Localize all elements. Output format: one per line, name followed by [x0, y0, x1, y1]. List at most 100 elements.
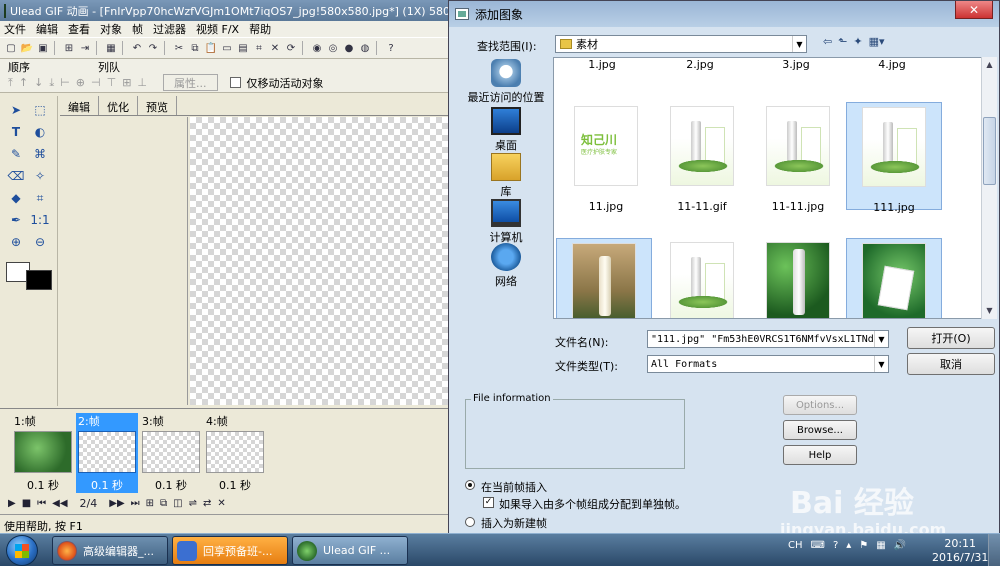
file-name-top[interactable]: 4.jpg [844, 58, 940, 74]
text-tool-icon[interactable]: T [8, 124, 24, 140]
brush-tool-icon[interactable]: ✎ [8, 146, 24, 162]
delete-icon[interactable]: ✕ [268, 41, 282, 55]
view-menu-icon[interactable]: ▦▾ [869, 35, 885, 48]
frame-thumbnail-selected[interactable]: 2:帧 0.1 秒 [76, 413, 138, 493]
fill-tool-icon[interactable]: ◆ [8, 190, 24, 206]
move-down-icon[interactable]: ↓ [34, 76, 43, 89]
align-top-icon[interactable]: ⊤ [107, 76, 117, 89]
align-middle-icon[interactable]: ⊞ [122, 76, 131, 89]
file-item[interactable] [750, 238, 846, 318]
frame-thumbnail[interactable]: 4:帧 0.1 秒 [204, 413, 266, 493]
magic-wand-tool-icon[interactable]: ✧ [32, 168, 48, 184]
crop-icon[interactable]: ⌗ [252, 41, 266, 55]
menu-object[interactable]: 对象 [100, 21, 122, 37]
zoom-in-icon[interactable]: ⊕ [8, 234, 24, 250]
menu-edit[interactable]: 编辑 [36, 21, 58, 37]
only-move-active-checkbox[interactable] [229, 77, 241, 88]
insert-current-radio[interactable] [465, 480, 475, 490]
tab-optimize[interactable]: 优化 [99, 96, 138, 115]
file-list-scrollbar[interactable]: ▲ ▼ [981, 57, 997, 319]
show-hidden-icon[interactable]: ▴ [846, 540, 851, 551]
file-item-selected[interactable] [846, 238, 942, 318]
delete-frame-icon[interactable]: ✕ [217, 498, 225, 509]
file-name-top[interactable]: 3.jpg [748, 58, 844, 74]
zoom-out-icon[interactable]: ⊖ [32, 234, 48, 250]
copy-icon[interactable]: ⧉ [188, 41, 202, 55]
next-frame-icon[interactable]: ▶▶ [109, 498, 124, 509]
insert-new-radio[interactable] [465, 517, 475, 527]
open-file-icon[interactable]: 📂 [20, 41, 34, 55]
frame-delay[interactable]: 0.1 秒 [140, 477, 202, 493]
undo-icon[interactable]: ↶ [130, 41, 144, 55]
help-button[interactable]: Help [783, 445, 857, 465]
place-desktop[interactable]: 桌面 [463, 107, 549, 153]
chevron-down-icon[interactable]: ▼ [874, 356, 888, 372]
open-button[interactable]: 打开(O) [907, 327, 995, 349]
export-icon[interactable]: ⇥ [78, 41, 92, 55]
image-canvas[interactable] [190, 117, 451, 405]
save-icon[interactable]: ▣ [36, 41, 50, 55]
file-name-top[interactable]: 1.jpg [554, 58, 650, 74]
up-folder-icon[interactable]: ⬑ [838, 35, 847, 48]
volume-icon[interactable]: 🔊 [894, 540, 906, 551]
chevron-down-icon[interactable]: ▼ [792, 36, 806, 52]
clock[interactable]: 20:11 2016/7/31 [932, 537, 988, 565]
move-top-icon[interactable]: ⤒ [8, 76, 13, 90]
cut-icon[interactable]: ✂ [172, 41, 186, 55]
align-left-icon[interactable]: ⊢ [60, 76, 70, 89]
ime-indicator[interactable]: CH [788, 540, 803, 551]
back-arrow-icon[interactable]: ⇦ [823, 35, 832, 48]
start-button[interactable] [6, 535, 38, 566]
options-button[interactable]: Options... [783, 395, 857, 415]
frame-delay[interactable]: 0.1 秒 [204, 477, 266, 493]
new-file-icon[interactable]: ▢ [4, 41, 18, 55]
taskbar-item-firefox[interactable]: 高级编辑器_... [52, 536, 168, 565]
frame-thumbnail[interactable]: 3:帧 0.1 秒 [140, 413, 202, 493]
optimize-icon[interactable]: ▦ [104, 41, 118, 55]
file-item[interactable]: 11-11.jpg [750, 102, 846, 213]
place-recent[interactable]: 最近访问的位置 [463, 59, 549, 105]
first-frame-icon[interactable]: ⏮ [37, 498, 46, 509]
previous-frame-icon[interactable]: ◀◀ [52, 498, 67, 509]
duplicate-frame-icon[interactable]: ⧉ [160, 498, 167, 509]
chevron-down-icon[interactable]: ▼ [874, 331, 888, 347]
file-item[interactable]: 11-11.gif [654, 102, 750, 213]
frame-thumbnail[interactable]: 1:帧 0.1 秒 [12, 413, 74, 493]
frame-delay[interactable]: 0.1 秒 [76, 477, 138, 493]
file-item-selected[interactable]: 111.jpg [846, 102, 942, 214]
reverse-frames-icon[interactable]: ⇄ [203, 498, 211, 509]
menu-frame[interactable]: 帧 [132, 21, 143, 37]
help-icon[interactable]: ? [833, 540, 838, 551]
align-right-icon[interactable]: ⊣ [91, 76, 101, 89]
move-bottom-icon[interactable]: ⤓ [49, 76, 54, 90]
scroll-up-icon[interactable]: ▲ [982, 57, 997, 71]
palette-icon[interactable]: ◍ [358, 41, 372, 55]
place-computer[interactable]: 计算机 [463, 199, 549, 245]
scroll-down-icon[interactable]: ▼ [982, 303, 997, 317]
play-icon[interactable]: ▶ [8, 498, 16, 509]
flag-icon[interactable]: ⚑ [859, 540, 868, 551]
menu-help[interactable]: 帮助 [249, 21, 271, 37]
background-color-swatch[interactable] [26, 270, 52, 290]
show-desktop-button[interactable] [988, 534, 1000, 566]
look-in-combobox[interactable]: 素材 ▼ [555, 35, 807, 53]
tween-icon[interactable]: ⇌ [189, 498, 197, 509]
redo-icon[interactable]: ↷ [146, 41, 160, 55]
place-libraries[interactable]: 库 [463, 153, 549, 199]
pointer-tool-icon[interactable]: ➤ [8, 102, 24, 118]
color-icon[interactable]: ● [342, 41, 356, 55]
close-icon[interactable]: ✕ [955, 1, 993, 19]
actual-size-tool-icon[interactable]: 1:1 [30, 212, 49, 228]
file-item-selected[interactable] [556, 238, 652, 318]
file-item[interactable]: 知己川 医疗护肤专家 11.jpg [558, 102, 654, 213]
menu-filter[interactable]: 过滤器 [153, 21, 186, 37]
browse-button[interactable]: Browse... [783, 420, 857, 440]
eyedropper-tool-icon[interactable]: ✒ [8, 212, 24, 228]
select-all-icon[interactable]: ▭ [220, 41, 234, 55]
crop-tool-icon[interactable]: ◐ [32, 124, 48, 140]
align-bottom-icon[interactable]: ⊥ [137, 76, 147, 89]
marquee-tool-icon[interactable]: ⬚ [32, 102, 48, 118]
tab-preview[interactable]: 预览 [138, 96, 177, 115]
web-icon[interactable]: ◉ [310, 41, 324, 55]
transform-tool-icon[interactable]: ⌗ [32, 190, 48, 206]
